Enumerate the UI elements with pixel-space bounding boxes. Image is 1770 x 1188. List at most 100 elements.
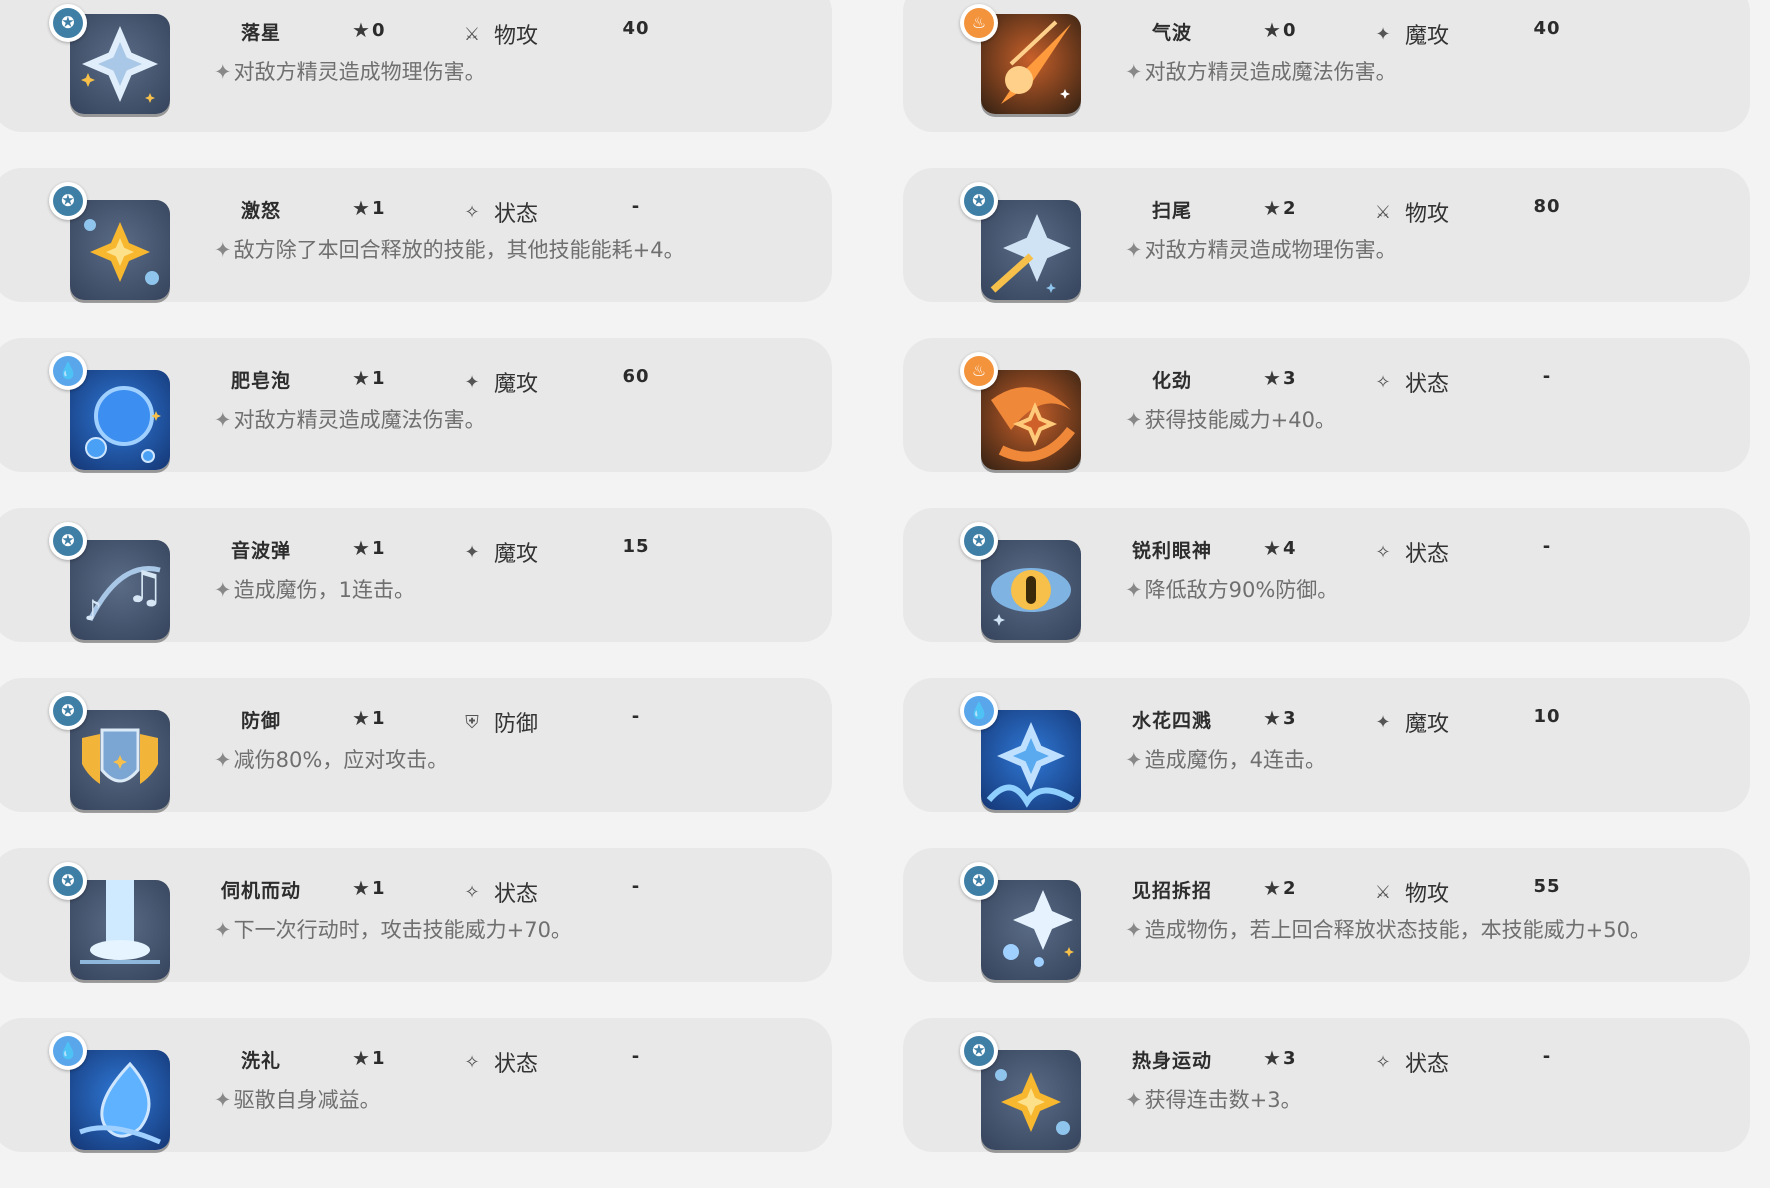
star-icon: ★ [352, 536, 370, 560]
normal-type-badge-icon: ✪ [960, 862, 998, 900]
skill-power: - [631, 876, 641, 897]
cost-value: 2 [1282, 877, 1296, 899]
sparkle-icon: ✧ [1375, 541, 1391, 563]
skill-description: ✦敌方除了本回合释放的技能，其他技能能耗+4。 [214, 238, 685, 262]
energy-cost: ★ 1 [352, 366, 384, 390]
skill-name: 伺机而动 [220, 880, 301, 902]
skill-power: 15 [622, 536, 650, 557]
energy-cost: ★ 1 [352, 876, 384, 900]
energy-cost: ★ 1 [352, 196, 384, 220]
cost-value: 1 [371, 197, 385, 219]
star-icon: ★ [1263, 536, 1281, 560]
fire-type-badge-icon: ♨ [960, 4, 998, 42]
cost-value: 3 [1282, 1047, 1296, 1069]
energy-cost: ★ 0 [1263, 18, 1295, 42]
skill-category: ⚔ 物攻 [1371, 876, 1449, 908]
sparkle-icon: ✦ [214, 918, 232, 942]
skill-power: 40 [1533, 18, 1561, 39]
category-label: 状态 [494, 1052, 539, 1077]
energy-cost: ★ 4 [1263, 536, 1295, 560]
skill-card[interactable]: ✪ 锐利眼神 ★ 4 ✧ 状态 - ✦降低敌方90%防御。 [903, 508, 1750, 642]
skill-category: ✧ 状态 [460, 876, 538, 908]
star-icon: ★ [1263, 366, 1281, 390]
sparkle-icon: ✦ [1125, 408, 1143, 432]
sword-icon: ⚔ [463, 23, 481, 45]
star-icon: ★ [1263, 706, 1281, 730]
sparkle-icon: ✦ [1125, 238, 1143, 262]
cost-value: 2 [1282, 197, 1296, 219]
water-type-badge-icon: 💧 [960, 692, 998, 730]
skill-card[interactable]: ✪ ♫ ♪ 音波弹 ★ 1 ✦ 魔攻 15 ✦造成魔伤，1连击。 [0, 508, 832, 642]
skill-power: - [1542, 536, 1552, 557]
category-label: 物攻 [494, 24, 539, 49]
skill-name: 化劲 [1151, 370, 1192, 392]
skill-name: 水花四溅 [1131, 710, 1212, 732]
skill-description: ✦驱散自身减益。 [214, 1088, 381, 1112]
star-icon: ★ [352, 366, 370, 390]
skill-list-right: ♨ 气波 ★ 0 ✦ 魔攻 40 ✦对敌方精灵造成魔法伤害。 ✪ 扫尾 ★ 2 ⚔ 物攻… [903, 0, 1750, 1188]
star-icon: ★ [1263, 196, 1281, 220]
energy-cost: ★ 1 [352, 1046, 384, 1070]
skill-card[interactable]: 💧 水花四溅 ★ 3 ✦ 魔攻 10 ✦造成魔伤，4连击。 [903, 678, 1750, 812]
skill-name: 锐利眼神 [1131, 540, 1212, 562]
normal-type-badge-icon: ✪ [49, 4, 87, 42]
skill-description: ✦下一次行动时，攻击技能威力+70。 [214, 918, 572, 942]
normal-type-badge-icon: ✪ [49, 692, 87, 730]
star-icon: ★ [352, 876, 370, 900]
category-label: 状态 [1405, 372, 1450, 397]
skill-name: 肥皂泡 [230, 370, 291, 392]
category-label: 魔攻 [1405, 712, 1450, 737]
skill-description: ✦对敌方精灵造成物理伤害。 [1125, 238, 1397, 262]
shield-icon [70, 710, 170, 810]
energy-cost: ★ 3 [1263, 366, 1295, 390]
skill-card[interactable]: ✪ 扫尾 ★ 2 ⚔ 物攻 80 ✦对敌方精灵造成物理伤害。 [903, 168, 1750, 302]
skill-card[interactable]: ✪ 热身运动 ★ 3 ✧ 状态 - ✦获得连击数+3。 [903, 1018, 1750, 1152]
category-label: 状态 [1405, 1052, 1450, 1077]
sparkle-icon: ✦ [1125, 748, 1143, 772]
skill-description: ✦对敌方精灵造成魔法伤害。 [1125, 60, 1397, 84]
skill-card[interactable]: 💧 肥皂泡 ★ 1 ✦ 魔攻 60 ✦对敌方精灵造成魔法伤害。 [0, 338, 832, 472]
skill-card[interactable]: ✪ 落星 ★ 0 ⚔ 物攻 40 ✦对敌方精灵造成物理伤害。 [0, 0, 832, 132]
splash-icon [981, 710, 1081, 810]
skill-category: ✧ 状态 [460, 1046, 538, 1078]
skill-card[interactable]: ♨ 化劲 ★ 3 ✧ 状态 - ✦获得技能威力+40。 [903, 338, 1750, 472]
sparkle-icon: ✧ [464, 1051, 480, 1073]
skill-power: - [1542, 366, 1552, 387]
sparkle-icon: ✧ [1375, 1051, 1391, 1073]
yellow-star-icon [70, 200, 170, 300]
skill-card[interactable]: ✪ 伺机而动 ★ 1 ✧ 状态 - ✦下一次行动时，攻击技能威力+70。 [0, 848, 832, 982]
skill-card[interactable]: ✪ 激怒 ★ 1 ✧ 状态 - ✦敌方除了本回合释放的技能，其他技能能耗+4。 [0, 168, 832, 302]
skill-power: 40 [622, 18, 650, 39]
cost-value: 1 [371, 707, 385, 729]
skill-category: ⛨ 防御 [460, 706, 538, 738]
svg-text:♫: ♫ [125, 562, 164, 613]
skill-name: 音波弹 [230, 540, 291, 562]
skill-category: ✧ 状态 [1371, 366, 1449, 398]
energy-cost: ★ 1 [352, 706, 384, 730]
normal-type-badge-icon: ✪ [49, 182, 87, 220]
normal-type-badge-icon: ✪ [49, 522, 87, 560]
skill-description: ✦造成魔伤，4连击。 [1125, 748, 1326, 772]
fire-type-badge-icon: ♨ [960, 352, 998, 390]
music-icon: ♫ ♪ [70, 540, 170, 640]
skill-description: ✦降低敌方90%防御。 [1125, 578, 1339, 602]
star-icon: ★ [1263, 1046, 1281, 1070]
water-type-badge-icon: 💧 [49, 1032, 87, 1070]
cost-value: 1 [371, 537, 385, 559]
skill-power: 80 [1533, 196, 1561, 217]
skill-name: 洗礼 [240, 1050, 281, 1072]
skill-description: ✦对敌方精灵造成魔法伤害。 [214, 408, 486, 432]
category-label: 状态 [494, 882, 539, 907]
skill-description: ✦对敌方精灵造成物理伤害。 [214, 60, 486, 84]
sparkle-icon: ✧ [464, 201, 480, 223]
skill-card[interactable]: 💧 洗礼 ★ 1 ✧ 状态 - ✦驱散自身减益。 [0, 1018, 832, 1152]
skill-description: ✦减伤80%，应对攻击。 [214, 748, 449, 772]
skill-name: 激怒 [240, 200, 281, 222]
skill-card[interactable]: ✪ 防御 ★ 1 ⛨ 防御 - ✦减伤80%，应对攻击。 [0, 678, 832, 812]
skill-card[interactable]: ♨ 气波 ★ 0 ✦ 魔攻 40 ✦对敌方精灵造成魔法伤害。 [903, 0, 1750, 132]
star-icon: ★ [352, 196, 370, 220]
water-type-badge-icon: 💧 [49, 352, 87, 390]
sparkle-icon: ✦ [214, 578, 232, 602]
skill-card[interactable]: ✪ 见招拆招 ★ 2 ⚔ 物攻 55 ✦造成物伤，若上回合释放状态技能，本技能威力+… [903, 848, 1750, 982]
skill-name: 见招拆招 [1131, 880, 1212, 902]
